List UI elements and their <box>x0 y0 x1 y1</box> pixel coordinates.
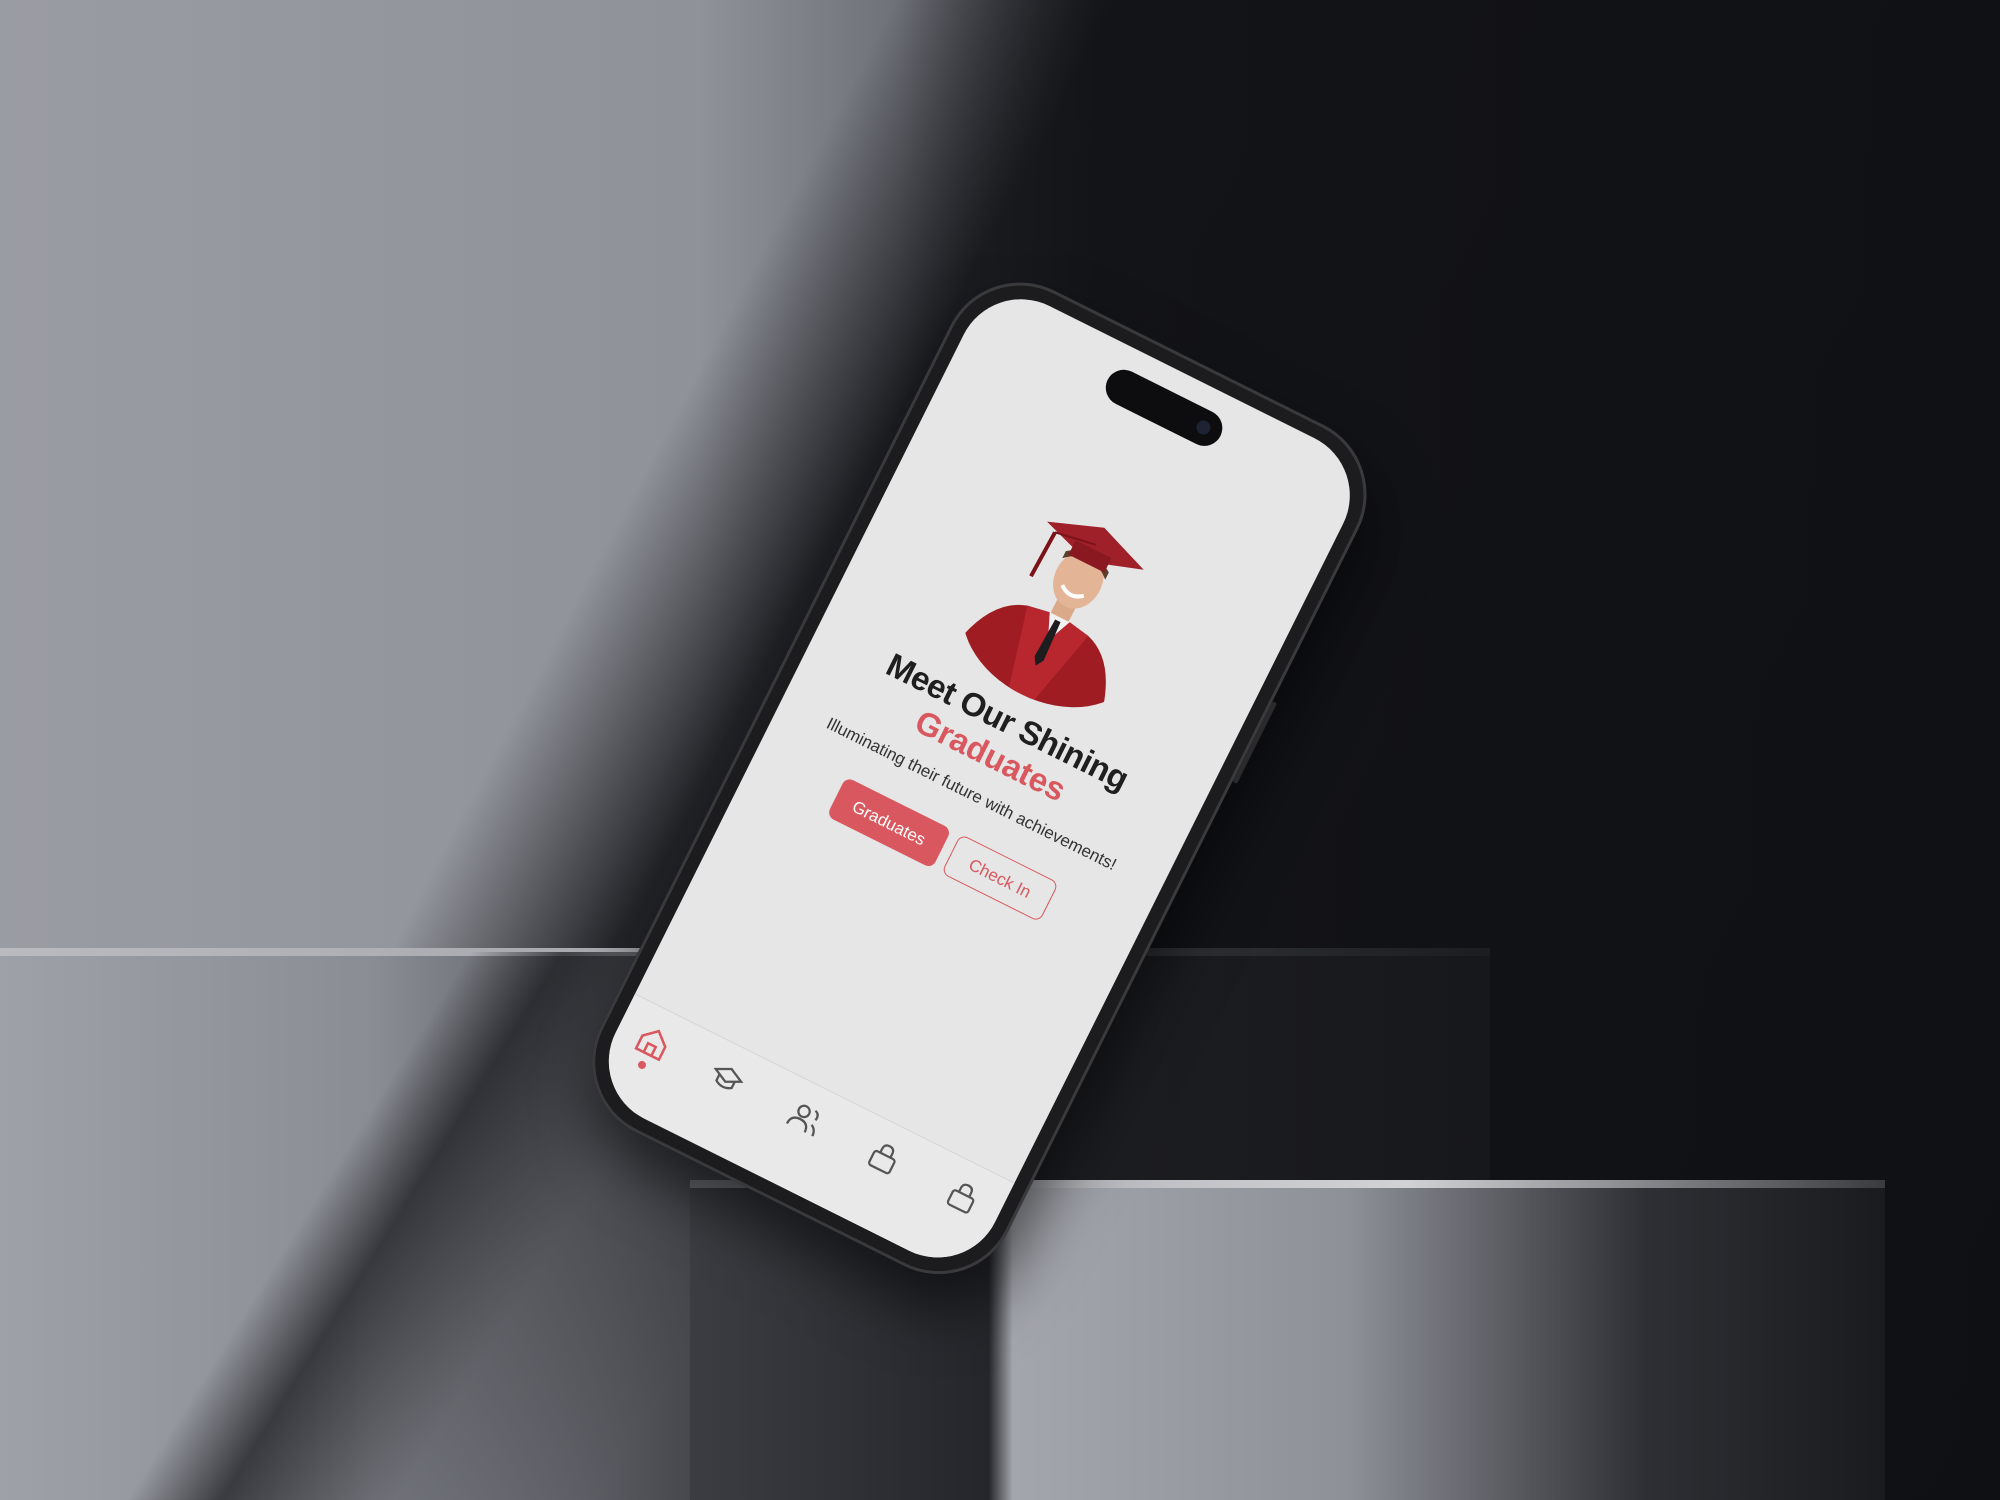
background-scene: Meet Our Shining Graduates Illuminating … <box>0 0 2000 1500</box>
lock-icon <box>868 1144 896 1175</box>
nav-users[interactable] <box>777 1094 831 1148</box>
users-icon <box>785 1104 819 1137</box>
nav-graduates[interactable] <box>698 1055 752 1109</box>
nav-lock-2[interactable] <box>935 1173 989 1227</box>
graduation-cap-icon <box>713 1067 744 1090</box>
active-indicator <box>636 1059 648 1071</box>
dynamic-island <box>1099 363 1229 453</box>
camera-icon <box>1194 418 1213 437</box>
check-in-button[interactable]: Check In <box>940 833 1060 923</box>
home-icon <box>634 1029 667 1062</box>
graduates-button[interactable]: Graduates <box>826 776 952 869</box>
nav-lock-1[interactable] <box>856 1134 910 1188</box>
lock-icon <box>946 1183 975 1214</box>
nav-home[interactable] <box>625 1018 679 1072</box>
